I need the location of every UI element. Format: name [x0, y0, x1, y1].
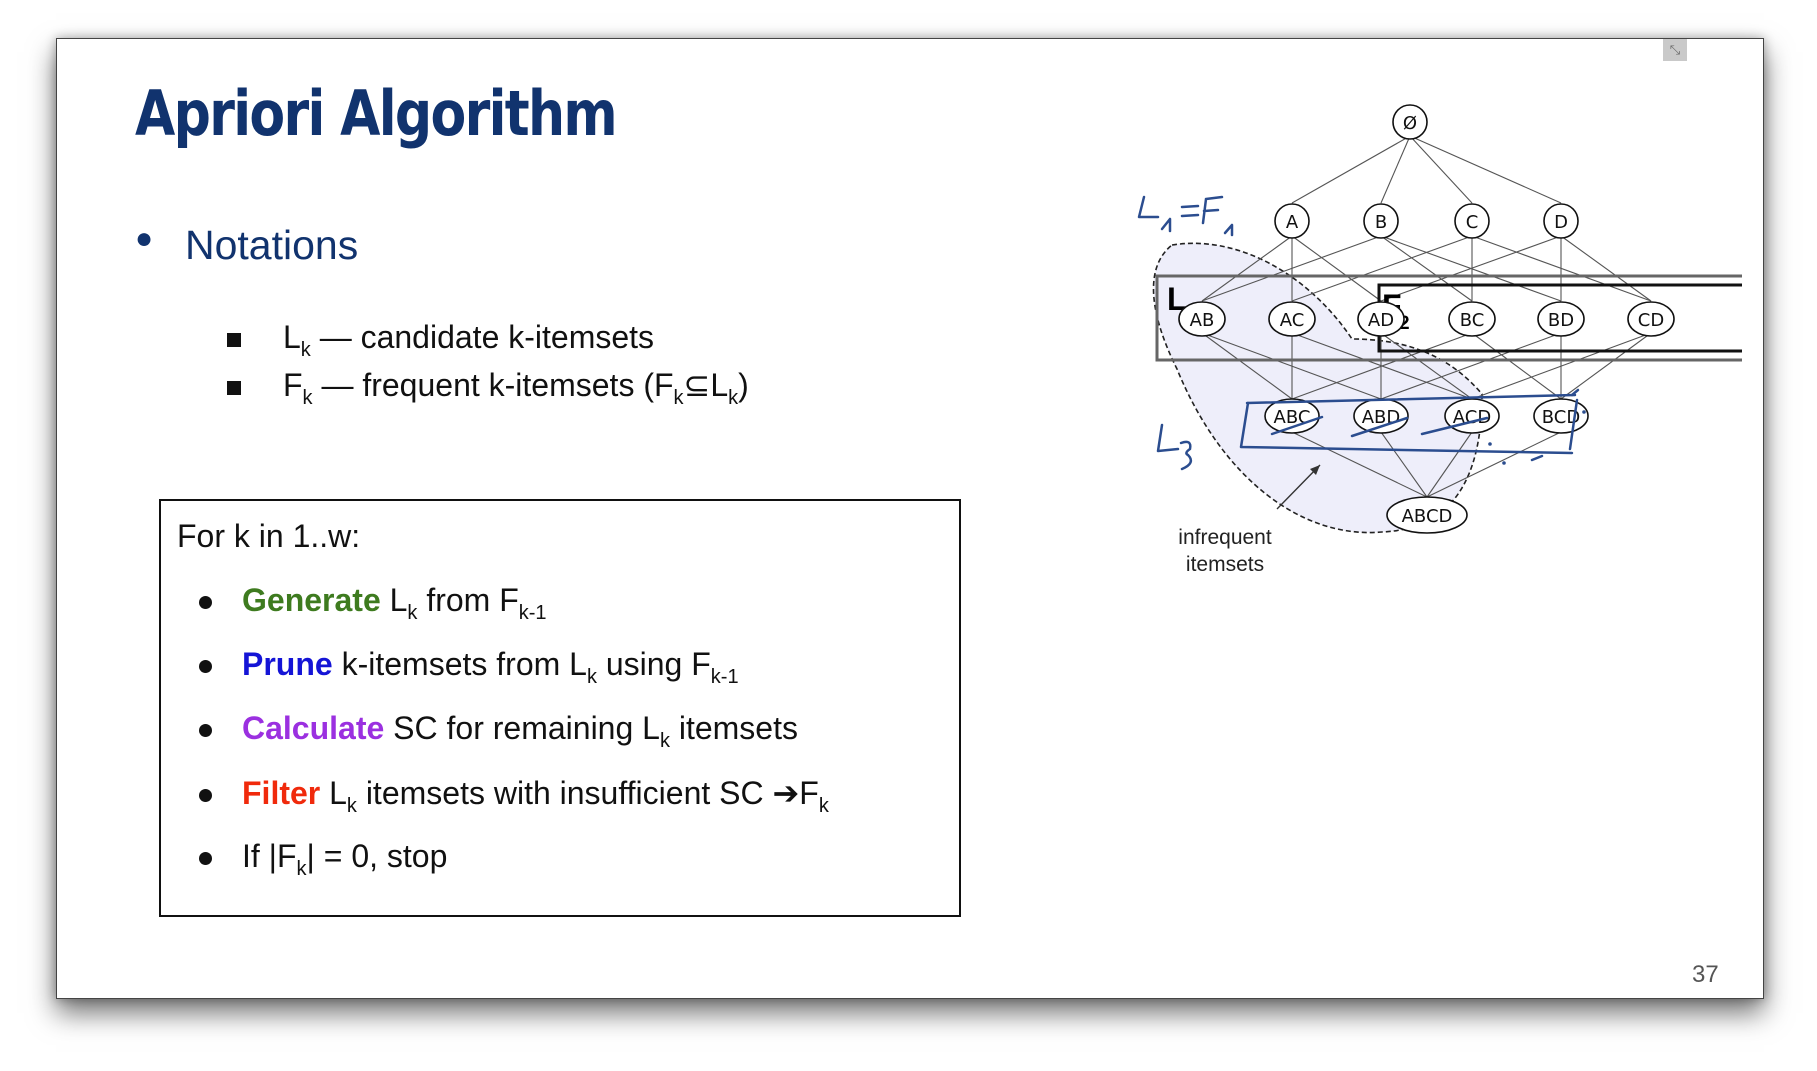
notation-item-fk: Fk — frequent k-itemsets (Fk⊆Lk): [227, 366, 749, 410]
bullet-icon: [199, 596, 212, 610]
bullet-icon: [199, 724, 212, 738]
infrequent-label-line2: itemsets: [1186, 553, 1264, 576]
lattice-node-bc-label: BC: [1460, 310, 1485, 331]
lattice-node-c-label: C: [1466, 212, 1479, 233]
notation-item-lk: Lk — candidate k-itemsets: [227, 319, 654, 362]
bullet-icon: [199, 789, 212, 803]
step-stop: If |Fk| = 0, stop: [199, 838, 447, 881]
lattice-node-abc-label: ABC: [1274, 407, 1311, 428]
lattice-node-ad-label: AD: [1368, 310, 1394, 331]
lattice-node-bd-label: BD: [1548, 310, 1574, 331]
algorithm-heading: For k in 1..w:: [177, 518, 361, 554]
step-calculate: Calculate SC for remaining Lk itemsets: [199, 710, 798, 753]
lattice-node-ab-label: AB: [1190, 310, 1215, 331]
step-filter: Filter Lk itemsets with insufficient SC …: [199, 774, 829, 818]
handwritten-l3: [1156, 423, 1193, 471]
handwritten-l1-equals-f1: [1137, 195, 1234, 237]
lattice-node-abcd-label: ABCD: [1402, 506, 1453, 527]
square-bullet-icon: [227, 380, 241, 395]
itemset-lattice: L 2 F 2 Ø A B C D AB AC AD BC BD CD ABC …: [1137, 104, 1742, 576]
slide: ⤡ Apriori Algorithm ● Notations Lk — can…: [56, 38, 1764, 999]
page-number: 37: [1692, 961, 1719, 988]
lattice-node-abd-label: ABD: [1362, 407, 1401, 428]
square-bullet-icon: [227, 332, 241, 347]
arrow-right-icon: ➔: [772, 775, 800, 811]
notations-heading: Notations: [185, 222, 359, 268]
algorithm-box: For k in 1..w: Generate Lk from Fk-1 Pru…: [159, 499, 961, 917]
lattice-node-b-label: B: [1375, 212, 1387, 233]
lattice-node-a-label: A: [1286, 212, 1299, 233]
lattice-node-d-label: D: [1554, 212, 1568, 233]
lattice-node-cd-label: CD: [1638, 310, 1664, 331]
step-prune: Prune k-itemsets from Lk using Fk-1: [199, 646, 739, 689]
bullet-icon: ●: [135, 222, 154, 255]
step-generate: Generate Lk from Fk-1: [199, 582, 547, 625]
bullet-icon: [199, 660, 212, 674]
lattice-node-ac-label: AC: [1280, 310, 1305, 331]
bullet-icon: [199, 852, 212, 866]
slide-title: Apriori Algorithm: [135, 77, 618, 150]
infrequent-label-line1: infrequent: [1178, 526, 1272, 549]
lattice-node-root-label: Ø: [1403, 113, 1417, 134]
